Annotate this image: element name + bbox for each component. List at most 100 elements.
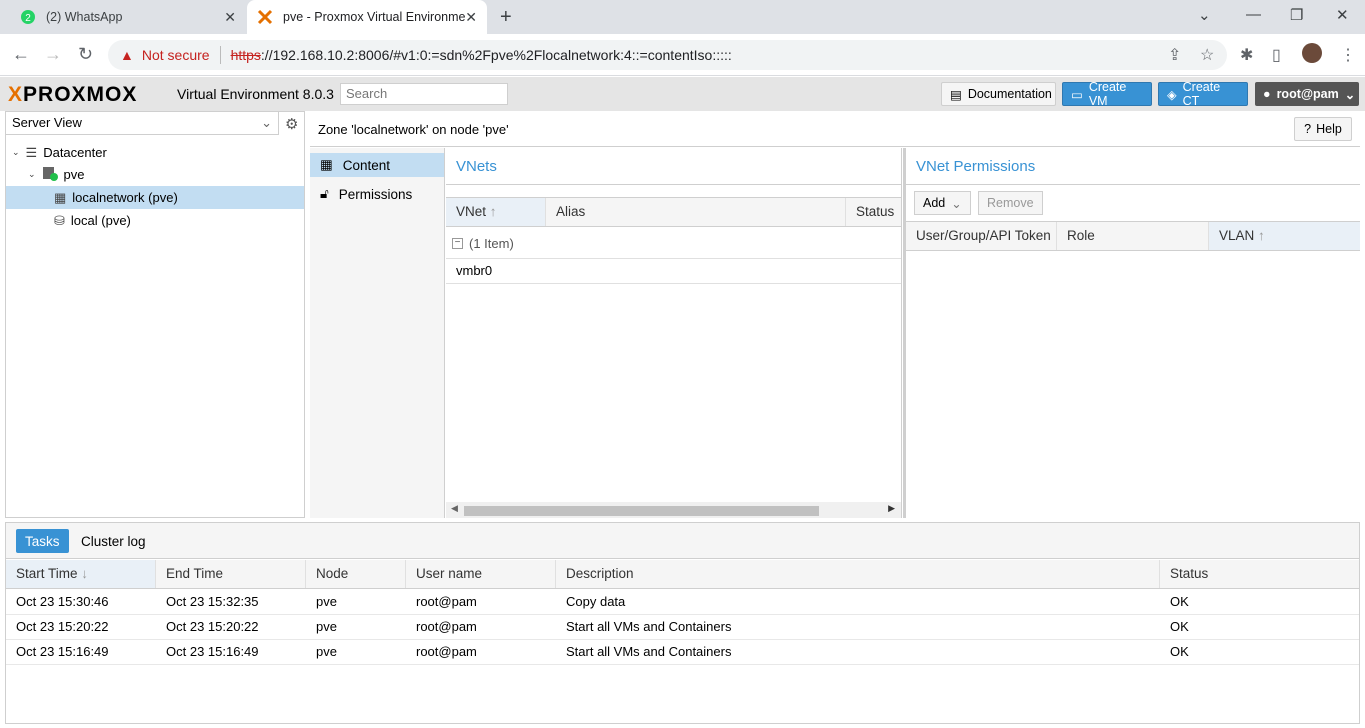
vnets-panel: VNets VNet ↑ Alias Status − (1 Item) vmb…	[446, 148, 902, 518]
restore-button[interactable]: ❐	[1290, 6, 1303, 24]
browser-toolbar: ← → ↻ ▲ Not secure https://192.168.10.2:…	[0, 34, 1365, 76]
expand-icon[interactable]: ⌄	[28, 169, 36, 180]
browser-tab-proxmox[interactable]: pve - Proxmox Virtual Environme ✕	[247, 0, 487, 34]
tree-item-datacenter[interactable]: ⌄ ☰ Datacenter	[6, 141, 304, 164]
table-row[interactable]: Oct 23 15:20:22 Oct 23 15:20:22 pve root…	[6, 615, 1359, 640]
whatsapp-icon: 2	[20, 9, 36, 25]
not-secure-label[interactable]: Not secure	[142, 47, 210, 63]
view-selector[interactable]: Server View ⌄	[6, 112, 279, 135]
share-icon[interactable]: ⇪	[1168, 45, 1181, 65]
version-label: Virtual Environment 8.0.3	[177, 86, 334, 102]
sub-navigation: ▦ Content 🔓︎ Permissions	[310, 148, 445, 518]
documentation-button[interactable]: ▤ Documentation	[941, 82, 1056, 106]
tree-item-localnetwork[interactable]: ▦ localnetwork (pve)	[6, 186, 304, 209]
group-header[interactable]: − (1 Item)	[446, 228, 901, 259]
browser-tab-title: pve - Proxmox Virtual Environme	[283, 10, 466, 24]
user-menu-button[interactable]: ● root@pam ⌄	[1255, 82, 1359, 106]
col-node[interactable]: Node	[306, 560, 406, 588]
browser-tab-title: (2) WhatsApp	[46, 10, 123, 24]
address-bar[interactable]: ▲ Not secure https://192.168.10.2:8006/#…	[108, 40, 1227, 70]
url-separator	[219, 46, 221, 64]
database-icon: ⛁	[54, 212, 65, 228]
tasks-tabbar: Tasks Cluster log	[6, 523, 1359, 559]
tab-tasks[interactable]: Tasks	[16, 529, 69, 553]
content-title-bar: Zone 'localnetwork' on node 'pve' ? Help	[310, 111, 1360, 147]
browser-tab-strip: 2 (2) WhatsApp ✕ pve - Proxmox Virtual E…	[0, 0, 1365, 34]
chevron-down-icon: ⌄	[951, 196, 962, 211]
vnet-permissions-panel: VNet Permissions Add ⌄ Remove User/Group/…	[906, 148, 1360, 518]
vnets-header-row: VNet ↑ Alias Status	[446, 197, 901, 227]
col-user-group[interactable]: User/Group/API Token	[906, 222, 1057, 250]
server-rack-icon: ☰	[25, 144, 38, 160]
svg-text:2: 2	[25, 13, 31, 24]
help-button[interactable]: ? Help	[1294, 117, 1352, 141]
toolbar-divider	[906, 184, 1360, 185]
sort-asc-icon: ↑	[489, 204, 497, 219]
tree-item-local-storage[interactable]: ⛁ local (pve)	[6, 209, 304, 232]
grid-icon: ▦	[320, 157, 333, 172]
horizontal-scrollbar[interactable]: ◀ ▶	[446, 502, 901, 518]
create-ct-button[interactable]: ◈ Create CT	[1158, 80, 1248, 108]
sdn-zone-icon: ▦	[54, 189, 67, 205]
profile-avatar[interactable]	[1302, 43, 1322, 63]
nav-content[interactable]: ▦ Content	[310, 153, 444, 177]
table-row[interactable]: vmbr0	[446, 259, 901, 284]
permissions-header-row: User/Group/API Token Role VLAN ↑	[906, 221, 1360, 251]
vnets-title: VNets	[456, 158, 497, 175]
vnets-toolbar	[446, 184, 901, 197]
tasks-panel: Tasks Cluster log Start Time ↓ End Time …	[5, 522, 1360, 724]
new-tab-button[interactable]: +	[500, 6, 512, 29]
col-status[interactable]: Status	[1160, 560, 1359, 588]
scrollbar-thumb[interactable]	[464, 506, 819, 516]
col-user-name[interactable]: User name	[406, 560, 556, 588]
node-online-icon	[42, 165, 58, 184]
back-icon[interactable]: ←	[12, 44, 30, 65]
gear-icon[interactable]: ⚙	[285, 115, 298, 133]
scroll-right-icon: ▶	[888, 503, 895, 513]
table-row[interactable]: Oct 23 15:30:46 Oct 23 15:32:35 pve root…	[6, 590, 1359, 615]
remove-button[interactable]: Remove	[978, 191, 1043, 215]
proxmox-header: XPROXMOX Virtual Environment 8.0.3 Searc…	[0, 77, 1365, 111]
sort-asc-icon: ↑	[1258, 228, 1265, 243]
cube-icon: ◈	[1167, 87, 1177, 102]
user-icon: ●	[1263, 87, 1271, 101]
page-title: Zone 'localnetwork' on node 'pve'	[318, 122, 509, 137]
expand-icon[interactable]: ⌄	[12, 147, 20, 158]
extensions-icon[interactable]: ✱	[1240, 45, 1253, 65]
close-tab-icon[interactable]: ✕	[465, 9, 477, 26]
col-description[interactable]: Description	[556, 560, 1160, 588]
tab-cluster-log[interactable]: Cluster log	[72, 529, 155, 553]
scroll-left-icon: ◀	[451, 503, 458, 513]
close-window-button[interactable]: ✕	[1336, 6, 1349, 24]
create-vm-button[interactable]: ▭ Create VM	[1062, 80, 1152, 108]
close-tab-icon[interactable]: ✕	[224, 9, 236, 26]
proxmox-logo: XPROXMOX	[8, 83, 138, 106]
help-icon: ?	[1304, 122, 1312, 136]
col-end-time[interactable]: End Time	[156, 560, 306, 588]
book-icon: ▤	[950, 87, 962, 102]
col-vlan[interactable]: VLAN ↑	[1209, 222, 1360, 250]
col-start-time[interactable]: Start Time ↓	[6, 560, 156, 588]
search-input[interactable]: Search	[340, 83, 508, 105]
col-status[interactable]: Status	[846, 198, 902, 226]
bookmark-star-icon[interactable]: ☆	[1200, 45, 1214, 65]
col-role[interactable]: Role	[1057, 222, 1209, 250]
side-panel-icon[interactable]: ▯	[1272, 45, 1281, 65]
reload-icon[interactable]: ↻	[78, 44, 93, 65]
collapse-icon[interactable]: −	[452, 237, 463, 249]
tab-search-icon[interactable]: ⌄	[1198, 6, 1211, 24]
col-vnet[interactable]: VNet ↑	[446, 198, 546, 226]
resource-tree-panel: Server View ⌄ ⚙ ⌄ ☰ Datacenter ⌄ pve ▦ lo…	[5, 111, 305, 518]
url-text[interactable]: https://192.168.10.2:8006/#v1:0:=sdn%2Fp…	[231, 47, 732, 63]
tree-item-pve[interactable]: ⌄ pve	[6, 163, 304, 186]
minimize-button[interactable]: —	[1246, 6, 1261, 23]
add-button[interactable]: Add ⌄	[914, 191, 971, 215]
unlock-icon: 🔓︎	[320, 186, 329, 201]
table-row[interactable]: Oct 23 15:16:49 Oct 23 15:16:49 pve root…	[6, 640, 1359, 665]
col-alias[interactable]: Alias	[546, 198, 846, 226]
browser-tab-whatsapp[interactable]: 2 (2) WhatsApp ✕	[10, 0, 246, 34]
nav-permissions[interactable]: 🔓︎ Permissions	[310, 182, 444, 206]
browser-menu-icon[interactable]: ⋮	[1340, 45, 1356, 65]
chevron-down-icon: ⌄	[261, 115, 272, 130]
forward-icon[interactable]: →	[44, 44, 62, 65]
